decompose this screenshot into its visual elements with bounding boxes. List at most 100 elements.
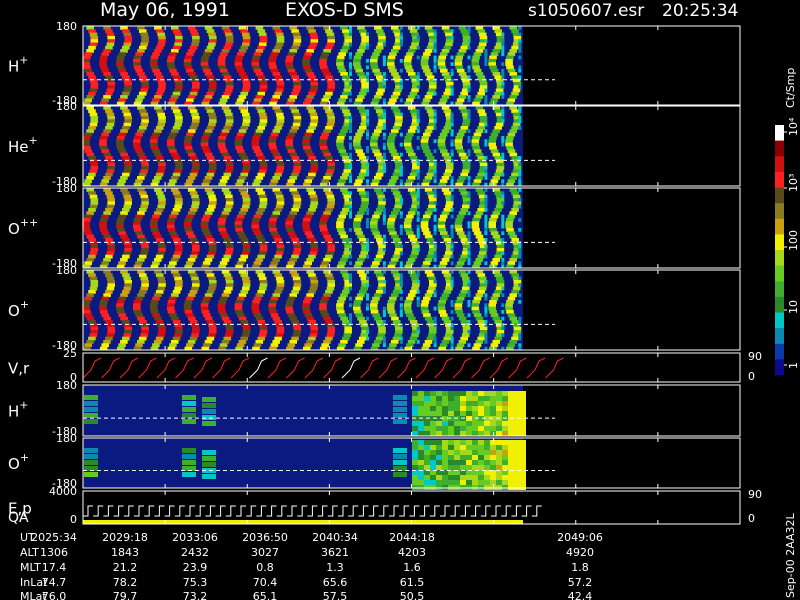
heatmap-cell [306,188,314,192]
heatmap-cell [83,218,91,222]
heatmap-cell [174,333,182,338]
heatmap-cell [184,310,193,314]
heatmap-cell [426,238,435,242]
heatmap-cell [490,391,496,396]
heatmap-cell [201,310,210,314]
heatmap-cell [252,65,260,70]
heatmap-cell [458,176,467,180]
heatmap-cell [441,106,450,110]
heatmap-cell [221,106,230,110]
footer-cell: 57.5 [323,590,348,600]
heatmap-cell [327,35,335,40]
heatmap-cell [306,211,314,216]
heatmap-cell [124,116,132,120]
heatmap-cell [355,214,363,219]
footer-cell: 61.5 [400,576,425,589]
heatmap-cell [484,188,488,192]
heatmap-cell [236,52,245,57]
heatmap-cell [234,303,243,308]
heatmap-cell [175,244,183,249]
heatmap-cell [399,152,403,157]
heatmap-cell [472,146,480,150]
heatmap-cell [502,411,508,416]
heatmap-cell [428,166,437,170]
heatmap-cell [123,112,132,117]
heatmap-cell [508,396,514,401]
heatmap-cell [150,218,159,222]
heatmap-cell [366,293,369,298]
heatmap-cell [292,286,301,291]
heatmap-cell [492,211,501,216]
heatmap-cell [242,162,251,167]
heatmap-cell [421,65,430,70]
heatmap-cell [392,91,401,96]
heatmap-cell [382,198,386,202]
heatmap-cell [325,91,333,96]
heatmap-cell [201,146,210,150]
heatmap-cell [420,62,429,66]
heatmap-cell [478,276,487,281]
heatmap-cell [489,65,497,70]
heatmap-cell [412,401,418,406]
heatmap-cell [395,162,403,167]
heatmap-cell [489,55,497,60]
heatmap-cell [433,162,437,167]
heatmap-cell [217,306,226,311]
heatmap-cell [477,336,485,341]
heatmap-cell [424,475,430,480]
heatmap-cell [257,91,265,96]
heatmap-cell [496,421,502,426]
heatmap-cell [274,91,282,96]
heatmap-cell [203,149,211,154]
heatmap-cell [218,218,226,222]
heatmap-cell [122,191,130,196]
heatmap-cell [399,35,403,40]
heatmap-cell [472,406,478,411]
heatmap-cell [366,270,369,274]
heatmap-cell [473,231,482,236]
heatmap-cell [466,396,472,401]
heatmap-cell [253,179,262,184]
heatmap-cell [206,208,215,212]
heatmap-cell [382,221,386,226]
heatmap-cell [242,248,251,252]
heatmap-cell [409,336,418,341]
heatmap-cell [219,132,228,137]
heatmap-cell [189,109,198,114]
heatmap-cell [518,300,522,304]
heatmap-cell [502,421,508,426]
heatmap-cell [353,136,362,140]
heatmap-cell [488,142,496,147]
heatmap-cell [155,336,164,341]
heatmap-cell [86,258,94,262]
heatmap-cell [433,194,437,199]
heatmap-cell [518,39,522,43]
heatmap-cell [257,273,266,278]
heatmap-cell [430,411,436,416]
heatmap-cell [518,26,522,30]
heatmap-cell [304,179,312,184]
heatmap-cell [442,480,448,485]
heatmap-cell [155,109,164,114]
heatmap-cell [518,126,522,130]
heatmap-cell [251,139,260,144]
heatmap-cell [437,224,446,229]
heatmap-cell [399,244,403,249]
heatmap-cell [377,204,385,209]
heatmap-cell [218,65,227,70]
heatmap-cell [501,179,505,184]
heatmap-cell [456,313,465,318]
heatmap-cell [433,62,437,66]
heatmap-cell [409,320,418,324]
heatmap-cell [188,72,196,76]
heatmap-cell [484,391,490,396]
heatmap-cell [103,106,111,110]
heatmap-cell [366,42,369,47]
heatmap-cell [376,320,384,324]
heatmap-cell [439,296,448,301]
heatmap-cell [209,280,217,284]
heatmap-cell [175,198,183,202]
heatmap-cell [340,49,348,53]
heatmap-cell [106,42,115,47]
heatmap-cell [392,290,401,294]
